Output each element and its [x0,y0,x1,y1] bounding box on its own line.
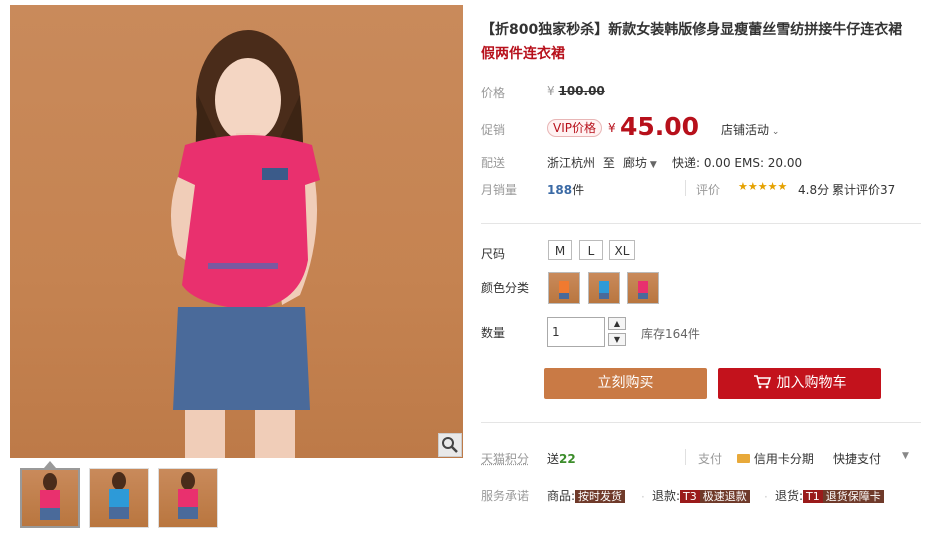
thumb-selected-arrow [44,461,56,468]
add-to-cart-label: 加入购物车 [776,375,847,391]
stock-count: 库存164件 [641,327,700,341]
color-label: 颜色分类 [481,281,530,295]
ship-from: 浙江杭州 [547,156,596,170]
quantity-input[interactable]: 1 [547,317,605,347]
rating-label: 评价 [696,183,721,197]
return-guarantee-tag: 退货保障卡 [822,490,884,503]
currency-symbol: ¥ [547,84,555,98]
size-option-l[interactable]: L [579,240,603,260]
chevron-up-icon: ▲ [613,319,621,328]
original-price-value: 100.00 [558,84,605,98]
color-swatch-orange[interactable] [548,272,580,304]
thumbnail-blue[interactable] [89,468,149,528]
service-return[interactable]: 退货: T1 退货保障卡 [775,487,884,504]
rating-score: 4.8分 [798,183,830,197]
store-activity-dropdown[interactable]: 店铺活动 ⌄ [721,121,779,138]
model-illustration [170,30,320,458]
divider [685,180,686,196]
divider [685,449,686,465]
color-swatch-blue[interactable] [588,272,620,304]
title-line-2: 假两件连衣裙 [481,46,565,62]
service-goods[interactable]: 商品: 按时发货 [547,487,626,504]
title-line-1: 【折800独家秒杀】新款女装韩版修身显瘦蕾丝雪纺拼接牛仔连衣裙 [481,22,903,38]
quantity-label: 数量 [481,326,506,340]
payment-label: 支付 [698,452,723,466]
dot-separator: · [764,490,768,504]
caret-down-icon[interactable]: ▼ [902,451,909,461]
ship-to-word: 至 [602,156,615,170]
promo-currency: ¥ [608,121,616,135]
service-label: 服务承诺 [481,489,530,503]
cumulative-reviews-link[interactable]: 累计评价37 [832,181,895,198]
service-refund[interactable]: 退款: T3 极速退款 [652,487,750,504]
divider-line [481,422,921,423]
points-value: 送22 [547,452,576,466]
vip-badge: VIP价格 [547,119,602,137]
color-swatch-pink[interactable] [627,272,659,304]
points-label[interactable]: 天猫积分 [481,450,529,467]
thumbnail-pink-back[interactable] [158,468,218,528]
cart-icon [753,375,771,389]
main-product-image[interactable] [10,5,463,458]
fast-refund-tag: 极速退款 [699,490,750,503]
shipping-fee: 快递: 0.00 EMS: 20.00 [672,156,803,170]
shipping-label: 配送 [481,156,506,170]
caret-down-icon: ▼ [647,160,657,170]
product-title: 【折800独家秒杀】新款女装韩版修身显瘦蕾丝雪纺拼接牛仔连衣裙 假两件连衣裙 [481,18,926,66]
buy-now-button[interactable]: 立刻购买 [544,368,707,399]
star-icon: ★★★★★ [738,180,788,193]
size-label: 尺码 [481,247,506,261]
divider-line [481,223,921,224]
size-option-xl[interactable]: XL [609,240,635,260]
quantity-increase[interactable]: ▲ [608,317,626,330]
shipping-info: 浙江杭州 至 [547,154,615,171]
quick-pay[interactable]: 快捷支付 [833,450,881,467]
credit-installment[interactable]: 信用卡分期 [737,450,814,467]
ship-to-dropdown[interactable]: 廊坊 ▼ [623,154,657,171]
size-option-m[interactable]: M [548,240,572,260]
promo-price: 45.00 [620,112,700,141]
chevron-down-icon: ⌄ [769,127,780,137]
chevron-down-icon: ▼ [613,335,621,344]
quantity-decrease[interactable]: ▼ [608,333,626,346]
sales-count: 188 [547,183,573,197]
store-activity-label: 店铺活动 [721,123,770,137]
zoom-button[interactable] [438,433,462,457]
monthly-sales: 188件 [547,183,585,197]
ontime-delivery-tag: 按时发货 [575,490,626,503]
original-price: ¥ 100.00 [547,84,605,98]
thumbnail-pink[interactable] [20,468,80,528]
promo-label: 促销 [481,123,506,137]
credit-card-icon [737,454,750,463]
price-label: 价格 [481,86,506,100]
dot-separator: · [641,490,645,504]
search-zoom-icon [442,437,458,453]
monthly-sales-label: 月销量 [481,183,518,197]
add-to-cart-button[interactable]: 加入购物车 [718,368,881,399]
